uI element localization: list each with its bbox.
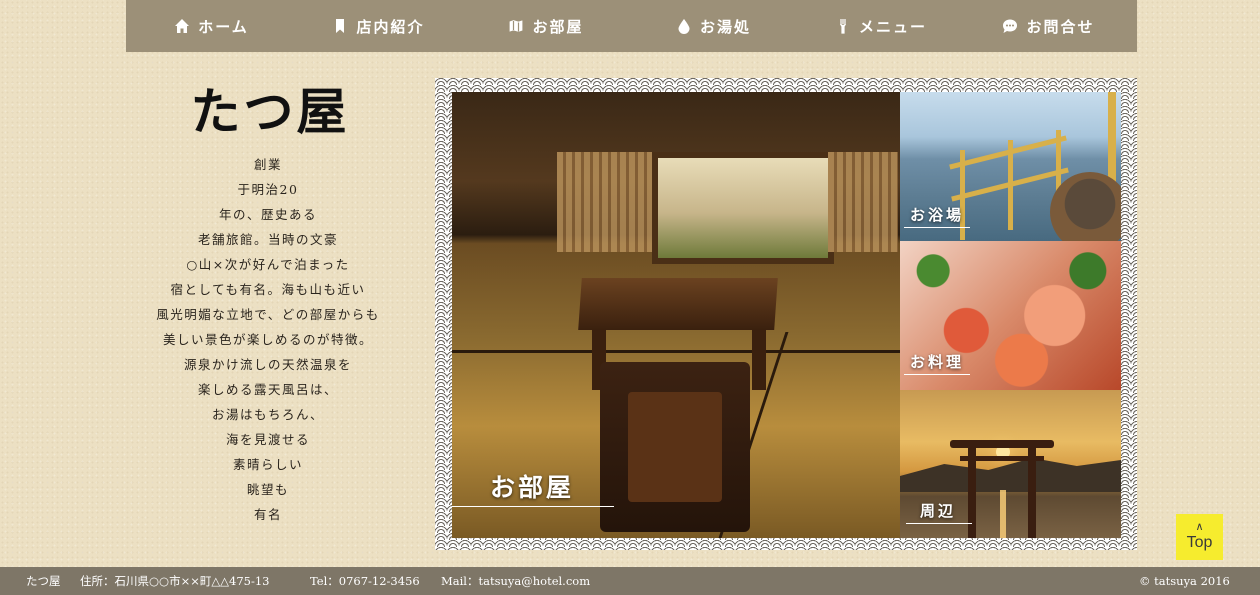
tatami-edge xyxy=(452,350,900,353)
bamboo-post xyxy=(1008,140,1013,230)
intro-line: 老舗旅館。当時の文豪 xyxy=(197,232,338,247)
map-icon xyxy=(508,18,525,34)
nav-rooms-label: お部屋 xyxy=(532,17,584,36)
shoji-screen xyxy=(557,152,652,252)
cuisine-caption: お料理 xyxy=(904,351,971,375)
intro-line: 源泉かけ流しの天然温泉を xyxy=(183,357,352,372)
nav-contact[interactable]: お問合せ xyxy=(991,0,1106,52)
nav-bath[interactable]: お湯処 xyxy=(666,0,761,52)
intro-line: 素晴らしい xyxy=(232,457,303,472)
torii-pillar xyxy=(1028,446,1036,538)
low-table xyxy=(578,278,778,330)
intro-line: 美しい景色が楽しめるのが特徴。 xyxy=(162,332,373,347)
rooms-caption: お部屋 xyxy=(452,468,615,507)
nav-bath-label: お湯処 xyxy=(699,17,751,36)
footer-copyright: © tatsuya 2016 xyxy=(1139,574,1230,588)
table-leg xyxy=(752,330,766,390)
chair-cushion xyxy=(628,392,722,502)
intro-line: 有名 xyxy=(253,507,282,522)
nav-rooms[interactable]: お部屋 xyxy=(496,0,596,52)
intro-line: 海を見渡せる xyxy=(225,432,310,447)
bath-caption: お浴場 xyxy=(904,204,971,228)
back-to-top-button[interactable]: ∧ Top xyxy=(1176,514,1223,560)
intro-line: 楽しめる露天風呂は、 xyxy=(197,382,338,397)
sun-reflection xyxy=(1000,490,1006,538)
intro-text: 創業 于明治20 年の、歴史ある 老舗旅館。当時の文豪 ○山×次が好んで泊まった… xyxy=(118,152,418,527)
global-nav: ホーム 店内紹介 お部屋 お湯処 メニュー お問合せ xyxy=(126,0,1137,52)
footer-tel: Tel：0767-12-3456 xyxy=(310,574,420,588)
site-footer: たつ屋 住所：石川県○○市××町△△475-13 Tel：0767-12-345… xyxy=(0,567,1260,595)
torii-gate xyxy=(950,440,1054,448)
footer-mail[interactable]: Mail：tatsuya@hotel.com xyxy=(441,573,590,589)
intro-line: 年の、歴史ある xyxy=(218,207,317,222)
intro-line: お湯はもちろん、 xyxy=(211,407,324,422)
nav-menu[interactable]: メニュー xyxy=(826,0,936,52)
footer-name: たつ屋 xyxy=(26,574,61,588)
intro-line: 宿としても有名。海も山も近い xyxy=(170,282,366,297)
surroundings-photo[interactable]: 周辺 xyxy=(900,390,1121,538)
site-logo[interactable]: たつ屋 xyxy=(170,72,370,144)
bamboo-post xyxy=(1108,92,1116,182)
intro-line: 于明治20 xyxy=(237,182,299,197)
nav-introduction[interactable]: 店内紹介 xyxy=(321,0,436,52)
back-to-top-label: Top xyxy=(1186,534,1213,551)
nav-introduction-label: 店内紹介 xyxy=(356,17,425,36)
rooms-photo[interactable]: お部屋 xyxy=(452,92,900,538)
nav-menu-label: メニュー xyxy=(858,17,927,36)
bath-photo[interactable]: お浴場 xyxy=(900,92,1121,241)
fork-icon xyxy=(839,19,846,34)
cuisine-photo[interactable]: お料理 xyxy=(900,241,1121,390)
garden-window xyxy=(652,152,834,264)
nav-home[interactable]: ホーム xyxy=(164,0,259,52)
torii-pillar xyxy=(968,446,976,538)
surroundings-caption: 周辺 xyxy=(906,500,973,524)
shoji-screen xyxy=(828,152,898,252)
intro-line: 眺望も xyxy=(246,482,289,497)
chevron-up-icon: ∧ xyxy=(1195,521,1204,533)
intro-line: 風光明媚な立地で、どの部屋からも xyxy=(156,307,380,322)
bookmark-icon xyxy=(336,19,345,33)
chat-bubble-icon xyxy=(1003,19,1018,33)
intro-line: 創業 xyxy=(253,157,282,172)
intro-line: ○山×次が好んで泊まった xyxy=(186,257,350,272)
nav-contact-label: お問合せ xyxy=(1026,17,1095,36)
nav-home-label: ホーム xyxy=(198,17,249,36)
water-drop-icon xyxy=(678,19,690,34)
home-icon xyxy=(175,19,190,33)
footer-address: 住所：石川県○○市××町△△475-13 xyxy=(80,574,270,588)
